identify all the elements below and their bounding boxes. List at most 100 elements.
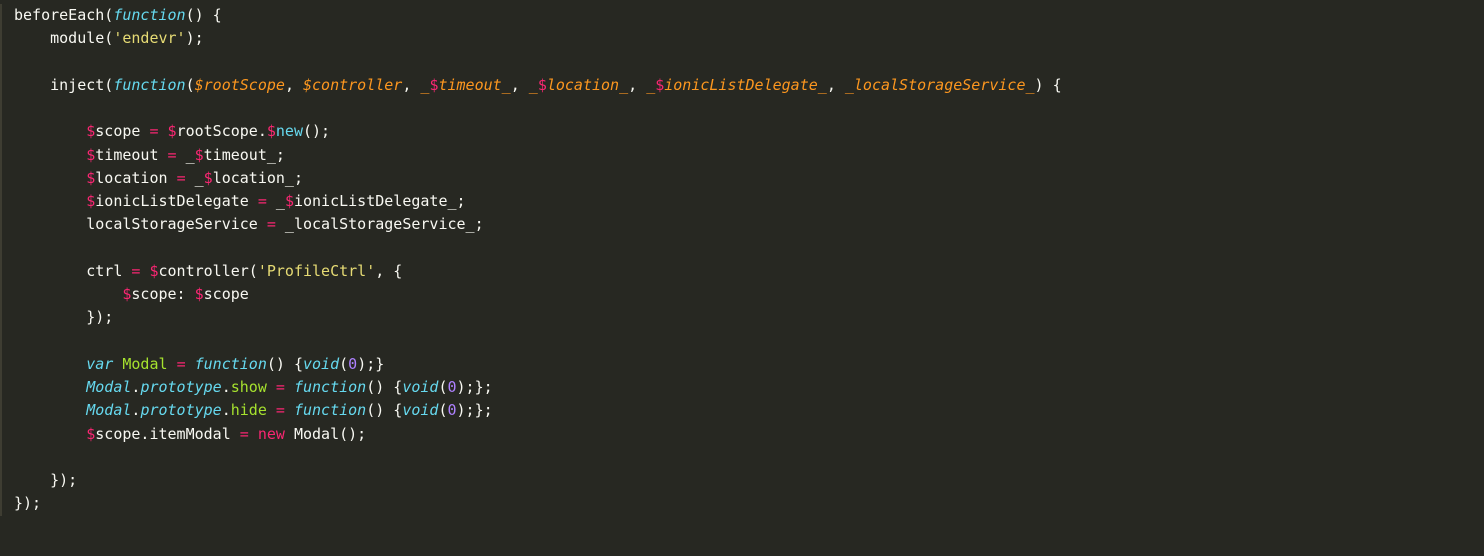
- code-token: Modal: [86, 401, 131, 419]
- code-line[interactable]: $ionicListDelegate = _$ionicListDelegate…: [14, 190, 1484, 213]
- code-token: $: [285, 192, 294, 210]
- code-line[interactable]: ctrl = $controller('ProfileCtrl', {: [14, 260, 1484, 283]
- code-token: $: [655, 76, 664, 94]
- code-token: localStorageService: [14, 215, 267, 233]
- code-token: 'endevr': [113, 29, 185, 47]
- code-line[interactable]: beforeEach(function() {: [14, 4, 1484, 27]
- code-token: ,: [285, 76, 303, 94]
- code-token: _: [177, 146, 195, 164]
- code-line[interactable]: });: [14, 492, 1484, 515]
- code-token: Modal: [86, 378, 131, 396]
- code-token: [285, 401, 294, 419]
- code-token: =: [240, 425, 249, 443]
- code-line[interactable]: [14, 446, 1484, 469]
- code-token: prototype: [140, 378, 221, 396]
- code-line[interactable]: Modal.prototype.show = function() {void(…: [14, 376, 1484, 399]
- code-token: Modal();: [285, 425, 366, 443]
- code-token: controller(: [159, 262, 258, 280]
- code-token: prototype: [140, 401, 221, 419]
- code-token: 'ProfileCtrl': [258, 262, 375, 280]
- code-token: =: [168, 146, 177, 164]
- code-token: Modal: [122, 355, 167, 373]
- code-token: [14, 192, 86, 210]
- code-token: scope:: [131, 285, 194, 303]
- code-token: ,: [628, 76, 646, 94]
- code-token: () {: [366, 401, 402, 419]
- code-token: void: [402, 401, 438, 419]
- code-line[interactable]: $scope: $scope: [14, 283, 1484, 306]
- code-token: ionicListDelegate: [95, 192, 258, 210]
- code-token: $: [86, 192, 95, 210]
- code-token: $: [86, 122, 95, 140]
- code-line[interactable]: [14, 97, 1484, 120]
- code-token: rootScope.: [177, 122, 267, 140]
- code-token: });: [14, 494, 41, 512]
- code-token: ionicListDelegate_: [664, 76, 827, 94]
- code-token: [14, 378, 86, 396]
- code-token: [14, 355, 86, 373]
- code-token: $: [86, 146, 95, 164]
- code-token: ctrl: [14, 262, 131, 280]
- code-token: location_: [547, 76, 628, 94]
- code-line[interactable]: $location = _$location_;: [14, 167, 1484, 190]
- code-token: ,: [402, 76, 420, 94]
- code-token: $: [86, 425, 95, 443]
- code-token: ,: [511, 76, 529, 94]
- code-token: (: [438, 378, 447, 396]
- code-line[interactable]: var Modal = function() {void(0);}: [14, 353, 1484, 376]
- code-token: ionicListDelegate_;: [294, 192, 466, 210]
- code-token: new: [276, 122, 303, 140]
- code-token: [267, 401, 276, 419]
- code-token: show: [231, 378, 267, 396]
- code-token: scope.itemModal: [95, 425, 240, 443]
- code-area[interactable]: beforeEach(function() { module('endevr')…: [14, 4, 1484, 516]
- code-token: );};: [457, 378, 493, 396]
- code-line[interactable]: });: [14, 306, 1484, 329]
- code-token: function: [195, 355, 267, 373]
- code-token: _: [529, 76, 538, 94]
- code-token: 0: [448, 378, 457, 396]
- code-line[interactable]: Modal.prototype.hide = function() {void(…: [14, 399, 1484, 422]
- code-token: location_;: [213, 169, 303, 187]
- code-token: $: [195, 146, 204, 164]
- code-line[interactable]: });: [14, 469, 1484, 492]
- code-token: [14, 285, 122, 303]
- code-line[interactable]: module('endevr');: [14, 27, 1484, 50]
- code-token: scope: [95, 122, 149, 140]
- code-token: 0: [348, 355, 357, 373]
- code-token: $: [538, 76, 547, 94]
- code-token: _: [267, 192, 285, 210]
- code-token: ) {: [1035, 76, 1062, 94]
- code-token: , {: [375, 262, 402, 280]
- code-token: .: [222, 401, 231, 419]
- code-token: });: [14, 471, 77, 489]
- code-token: );}: [357, 355, 384, 373]
- code-token: var: [86, 355, 113, 373]
- code-line[interactable]: $scope.itemModal = new Modal();: [14, 423, 1484, 446]
- gutter: [0, 4, 10, 516]
- code-token: $: [149, 262, 158, 280]
- code-token: [159, 122, 168, 140]
- code-editor[interactable]: beforeEach(function() { module('endevr')…: [0, 4, 1484, 516]
- code-token: location: [95, 169, 176, 187]
- code-line[interactable]: inject(function($rootScope, $controller,…: [14, 74, 1484, 97]
- code-line[interactable]: localStorageService = _localStorageServi…: [14, 213, 1484, 236]
- code-token: $rootScope: [195, 76, 285, 94]
- code-token: _localStorageService_;: [276, 215, 484, 233]
- code-token: [168, 355, 177, 373]
- code-token: $: [86, 169, 95, 187]
- code-token: () {: [267, 355, 303, 373]
- code-token: inject(: [14, 76, 113, 94]
- code-line[interactable]: $scope = $rootScope.$new();: [14, 120, 1484, 143]
- code-line[interactable]: [14, 237, 1484, 260]
- code-token: [249, 425, 258, 443]
- code-token: (: [438, 401, 447, 419]
- code-token: scope: [204, 285, 249, 303]
- code-token: () {: [186, 6, 222, 24]
- code-line[interactable]: $timeout = _$timeout_;: [14, 144, 1484, 167]
- code-line[interactable]: [14, 330, 1484, 353]
- code-token: timeout_;: [204, 146, 285, 164]
- code-token: );};: [457, 401, 493, 419]
- code-line[interactable]: [14, 51, 1484, 74]
- code-token: [285, 378, 294, 396]
